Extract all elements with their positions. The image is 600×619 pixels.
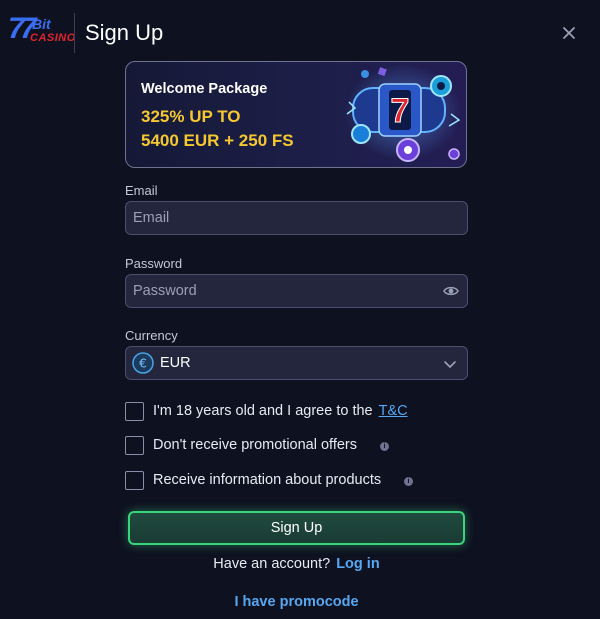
email-input[interactable] — [126, 202, 467, 234]
svg-text:7: 7 — [391, 92, 410, 130]
promo-bonus-amount: 5400 EUR + 250 FS — [141, 131, 294, 150]
have-account-text: Have an account? — [213, 556, 331, 572]
age-consent-label: I'm 18 years old and I agree to the — [153, 403, 373, 419]
password-field-container — [125, 274, 468, 308]
no-promo-label: Don't receive promotional offers — [153, 437, 357, 453]
password-input[interactable] — [126, 275, 467, 307]
no-promo-row: Don't receive promotional offers i — [125, 436, 395, 458]
password-label: Password — [125, 256, 183, 271]
age-consent-checkbox[interactable] — [125, 402, 144, 421]
logo-number: 7 — [8, 12, 25, 45]
euro-icon: € — [132, 352, 154, 374]
info-icon[interactable]: i — [404, 477, 413, 486]
svg-text:€: € — [139, 357, 147, 371]
age-consent-text-wrap: I'm 18 years old and I agree to the T&C — [153, 403, 408, 419]
logo-bit: Bit — [32, 16, 51, 32]
terms-link[interactable]: T&C — [379, 403, 408, 419]
login-link[interactable]: Log in — [336, 556, 380, 572]
modal-header: 7 7 Bit CASINO Sign Up — [0, 0, 600, 66]
brand-logo[interactable]: 7 7 Bit CASINO — [8, 12, 75, 54]
product-info-checkbox[interactable] — [125, 471, 144, 490]
header-divider — [74, 13, 75, 53]
promo-title: Welcome Package — [141, 81, 268, 97]
welcome-package-banner: Welcome Package 325% UP TO 5400 EUR + 25… — [125, 61, 467, 168]
product-info-label: Receive information about products — [153, 472, 382, 488]
slot-machine-icon: 7 — [341, 62, 466, 167]
currency-select[interactable]: € EUR — [125, 346, 468, 380]
eye-icon[interactable] — [443, 284, 459, 298]
no-promo-checkbox[interactable] — [125, 436, 144, 455]
info-icon[interactable]: i — [380, 442, 389, 451]
email-label: Email — [125, 183, 158, 198]
chevron-down-icon — [443, 357, 457, 369]
close-icon[interactable] — [558, 22, 580, 44]
have-account-row: Have an account? Log in — [0, 556, 593, 572]
sign-up-button[interactable]: Sign Up — [128, 511, 465, 545]
currency-value: EUR — [160, 355, 191, 371]
page-title: Sign Up — [85, 20, 164, 45]
product-info-row: Receive information about products i — [125, 471, 415, 493]
email-field-container — [125, 201, 468, 235]
currency-label: Currency — [125, 328, 178, 343]
promo-bonus-percent: 325% UP TO — [141, 107, 241, 126]
age-consent-row: I'm 18 years old and I agree to the T&C — [125, 402, 425, 424]
logo-casino: CASINO — [30, 32, 76, 44]
promocode-link[interactable]: I have promocode — [0, 594, 593, 610]
